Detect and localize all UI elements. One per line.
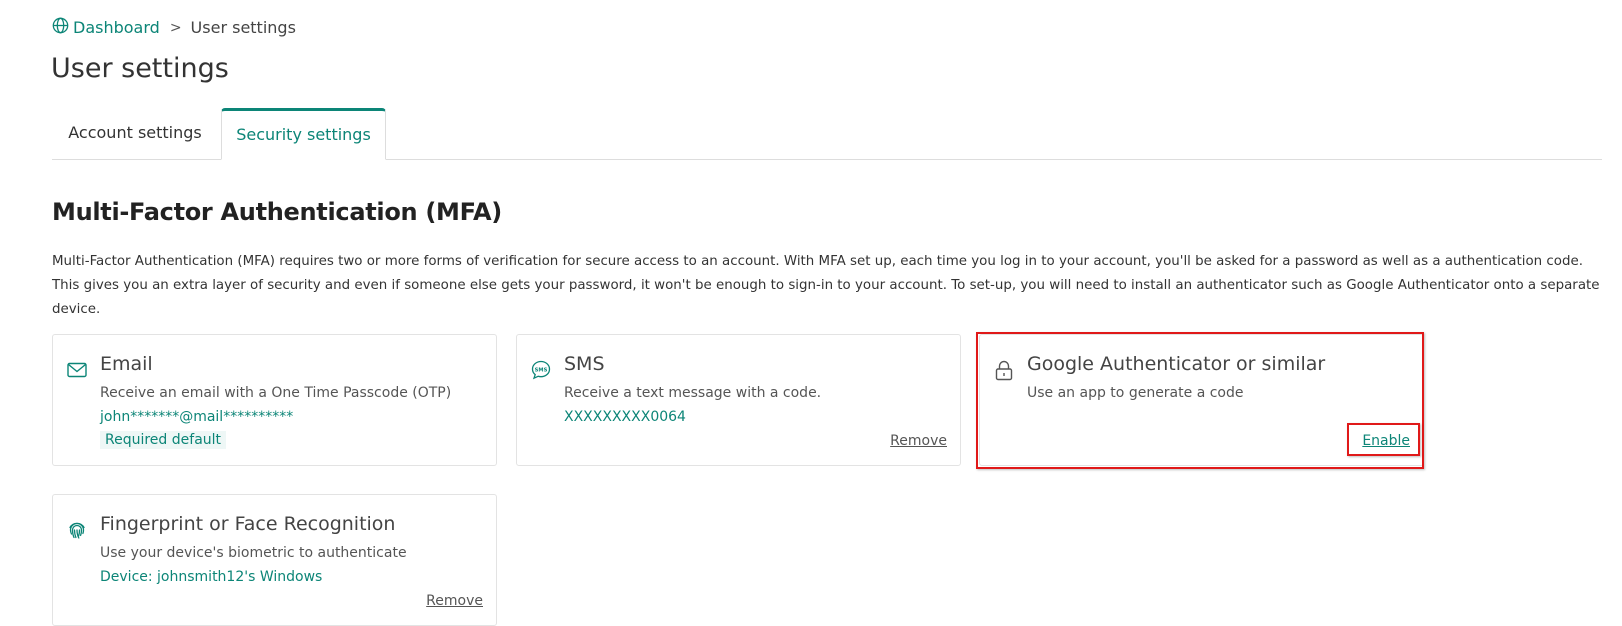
mfa-card-description: Use your device's biometric to authentic… <box>100 545 407 561</box>
mfa-card-description: Receive a text message with a code. <box>564 385 822 401</box>
svg-text:SMS: SMS <box>535 368 548 374</box>
authenticator-enable-link[interactable]: Enable <box>1362 433 1410 449</box>
mfa-card-title: Email <box>100 353 153 375</box>
breadcrumb-dashboard-label: Dashboard <box>73 18 160 37</box>
masked-email: john*******@mail********** <box>100 409 294 425</box>
required-default-badge: Required default <box>100 431 227 449</box>
globe-icon <box>52 17 73 38</box>
breadcrumb-dashboard-link[interactable]: Dashboard <box>52 17 160 38</box>
mfa-card-biometric: Fingerprint or Face Recognition Use your… <box>52 494 497 626</box>
mfa-card-description: Use an app to generate a code <box>1027 385 1244 401</box>
registered-device: Device: johnsmith12's Windows <box>100 569 323 585</box>
tab-account-settings[interactable]: Account settings <box>52 108 218 159</box>
masked-phone-number: XXXXXXXXX0064 <box>564 409 686 425</box>
mfa-card-title: SMS <box>564 353 605 375</box>
lock-icon <box>993 359 1015 381</box>
mfa-card-description: Receive an email with a One Time Passcod… <box>100 385 452 401</box>
sms-remove-link[interactable]: Remove <box>890 433 947 449</box>
breadcrumb-separator: > <box>169 19 182 36</box>
biometric-remove-link[interactable]: Remove <box>426 593 483 609</box>
fingerprint-icon <box>66 519 88 541</box>
mfa-card-email: Email Receive an email with a One Time P… <box>52 334 497 466</box>
mfa-card-sms: SMS SMS Receive a text message with a co… <box>516 334 961 466</box>
page-title: User settings <box>51 53 229 84</box>
mfa-card-title: Google Authenticator or similar <box>1027 353 1326 375</box>
mfa-card-title: Fingerprint or Face Recognition <box>100 513 396 535</box>
tab-security-settings[interactable]: Security settings <box>221 108 386 160</box>
breadcrumb: Dashboard > User settings <box>52 17 296 38</box>
breadcrumb-current: User settings <box>190 18 296 37</box>
mfa-description: Multi-Factor Authentication (MFA) requir… <box>52 254 1600 317</box>
envelope-icon <box>66 359 88 381</box>
sms-bubble-icon: SMS <box>530 359 552 381</box>
mfa-section-title: Multi-Factor Authentication (MFA) <box>52 198 502 226</box>
settings-tabs: Account settings Security settings <box>52 108 1602 160</box>
mfa-card-authenticator: Google Authenticator or similar Use an a… <box>979 334 1424 466</box>
